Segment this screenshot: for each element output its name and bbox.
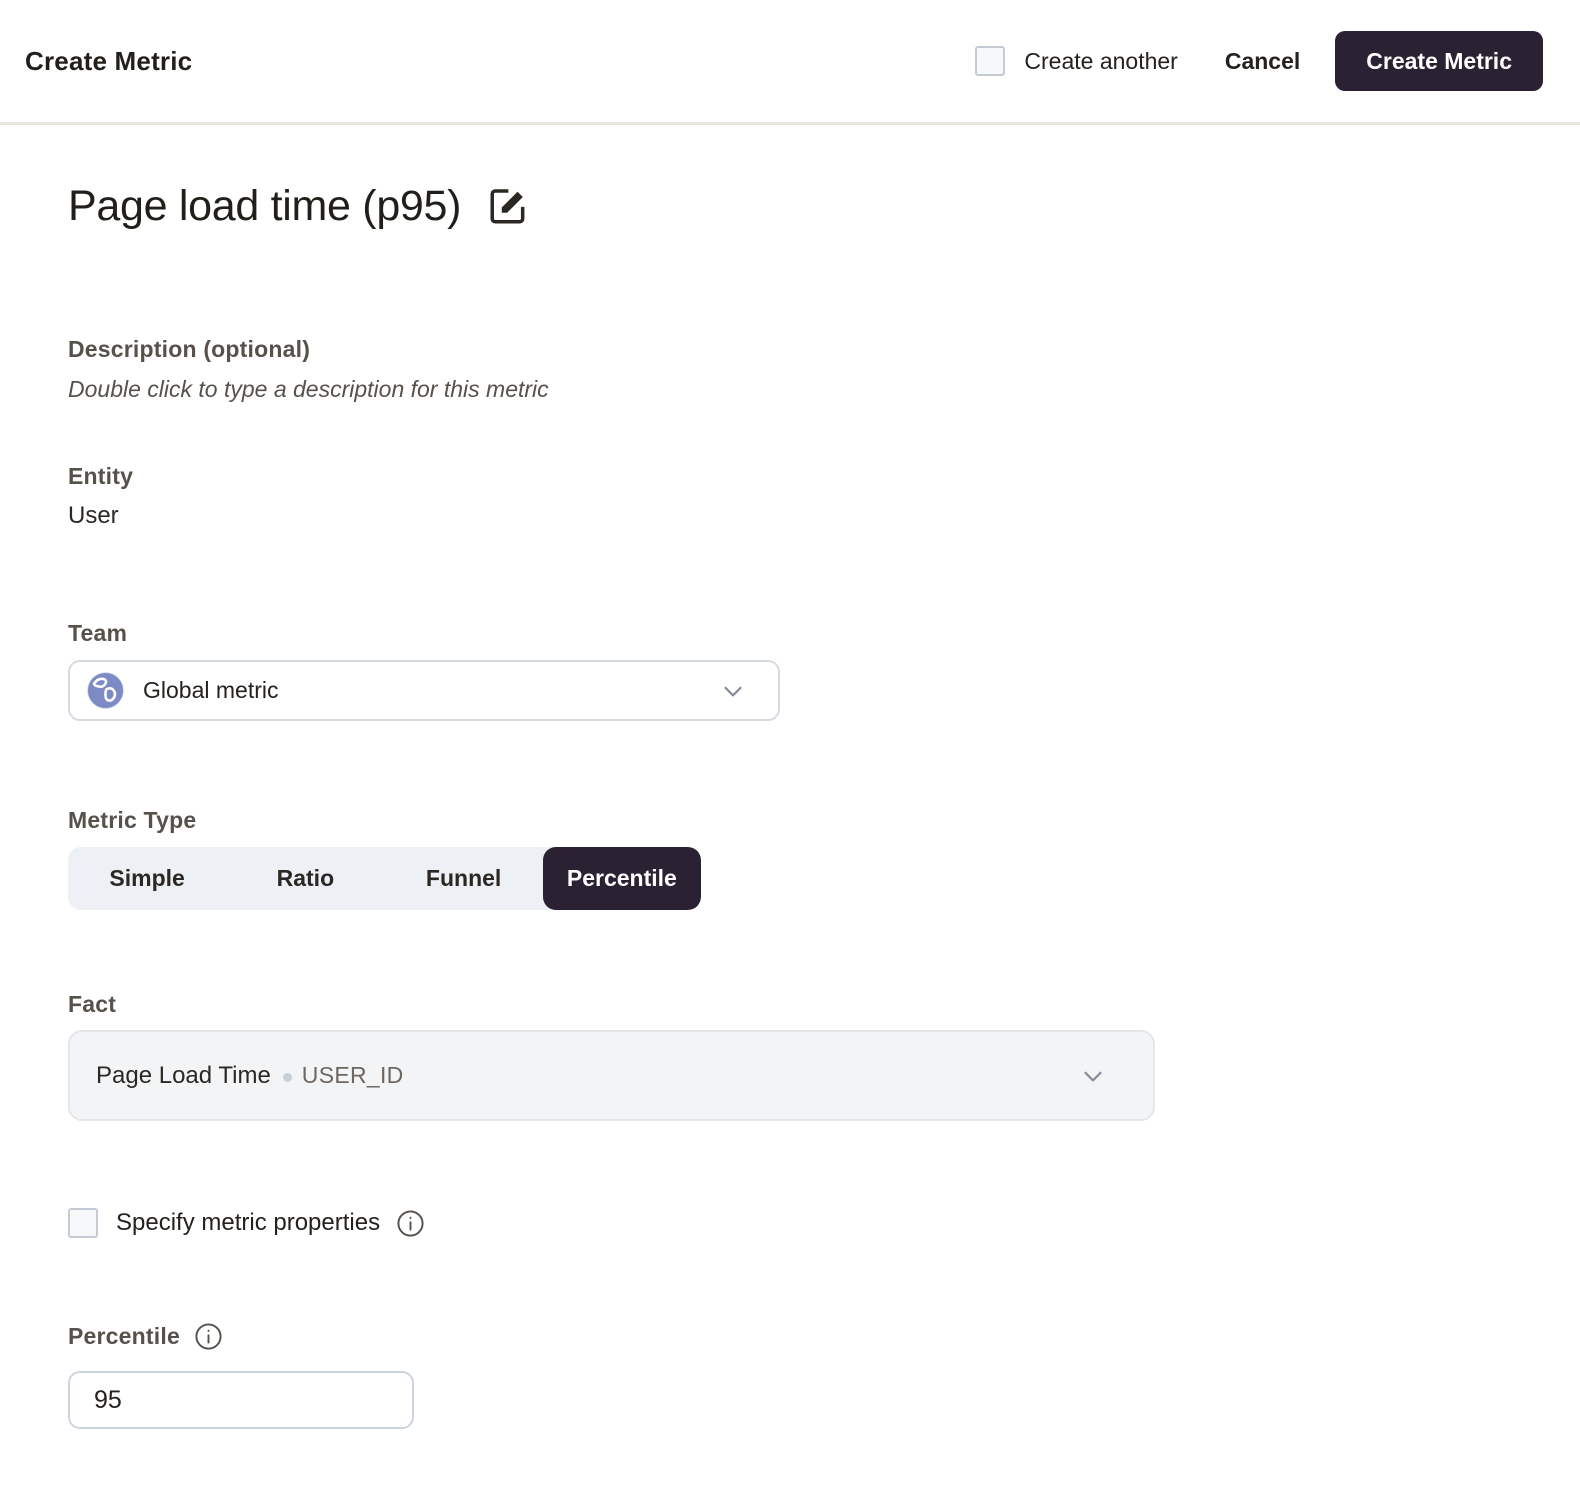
create-another-label[interactable]: Create another [1024,48,1177,75]
description-placeholder[interactable]: Double click to type a description for t… [68,376,1512,403]
edit-icon[interactable] [486,184,530,228]
description-section: Description (optional) Double click to t… [68,336,1512,403]
fact-select-value: Page Load Time [96,1062,271,1090]
metric-type-option-funnel[interactable]: Funnel [385,847,543,910]
metric-name-row: Page load time (p95) [68,180,1512,232]
chevron-down-icon [718,676,748,706]
specify-properties-checkbox[interactable] [68,1208,98,1238]
cancel-button[interactable]: Cancel [1225,48,1300,75]
team-select-value: Global metric [143,677,718,704]
window-title: Create Metric [25,46,192,77]
metric-type-label: Metric Type [68,807,1512,834]
separator-dot [283,1073,292,1082]
percentile-label: Percentile [68,1323,180,1350]
team-section: Team Global metric [68,620,1512,721]
team-label: Team [68,620,1512,647]
fact-label: Fact [68,991,1512,1018]
entity-section: Entity User [68,463,1512,530]
info-icon[interactable] [194,1322,223,1351]
create-metric-form: Page load time (p95) Description (option… [0,180,1580,1487]
metric-type-option-ratio[interactable]: Ratio [226,847,384,910]
chevron-down-icon [1078,1061,1108,1091]
header-bar: Create Metric Create another Cancel Crea… [0,0,1580,125]
specify-properties-label[interactable]: Specify metric properties [116,1209,380,1237]
percentile-section: Percentile [68,1322,1512,1487]
entity-label: Entity [68,463,1512,490]
metric-type-option-simple[interactable]: Simple [68,847,226,910]
metric-type-section: Metric Type Simple Ratio Funnel Percenti… [68,807,1512,910]
metric-properties-row: Specify metric properties [68,1208,1512,1238]
entity-value: User [68,502,1512,530]
globe-icon [85,670,126,711]
fact-entity-key: USER_ID [302,1062,404,1089]
percentile-label-row: Percentile [68,1322,1512,1351]
create-another-checkbox[interactable] [975,46,1005,76]
team-select[interactable]: Global metric [68,660,780,721]
metric-type-segmented-control: Simple Ratio Funnel Percentile [68,847,701,910]
header-actions: Create another Cancel Create Metric [975,31,1543,91]
metric-name-title: Page load time (p95) [68,182,461,231]
fact-section: Fact Page Load Time USER_ID [68,991,1512,1121]
info-icon[interactable] [396,1209,425,1238]
description-label: Description (optional) [68,336,1512,363]
metric-type-option-percentile[interactable]: Percentile [543,847,701,910]
create-metric-button[interactable]: Create Metric [1335,31,1543,91]
percentile-input[interactable] [68,1371,414,1429]
fact-select[interactable]: Page Load Time USER_ID [68,1030,1155,1121]
